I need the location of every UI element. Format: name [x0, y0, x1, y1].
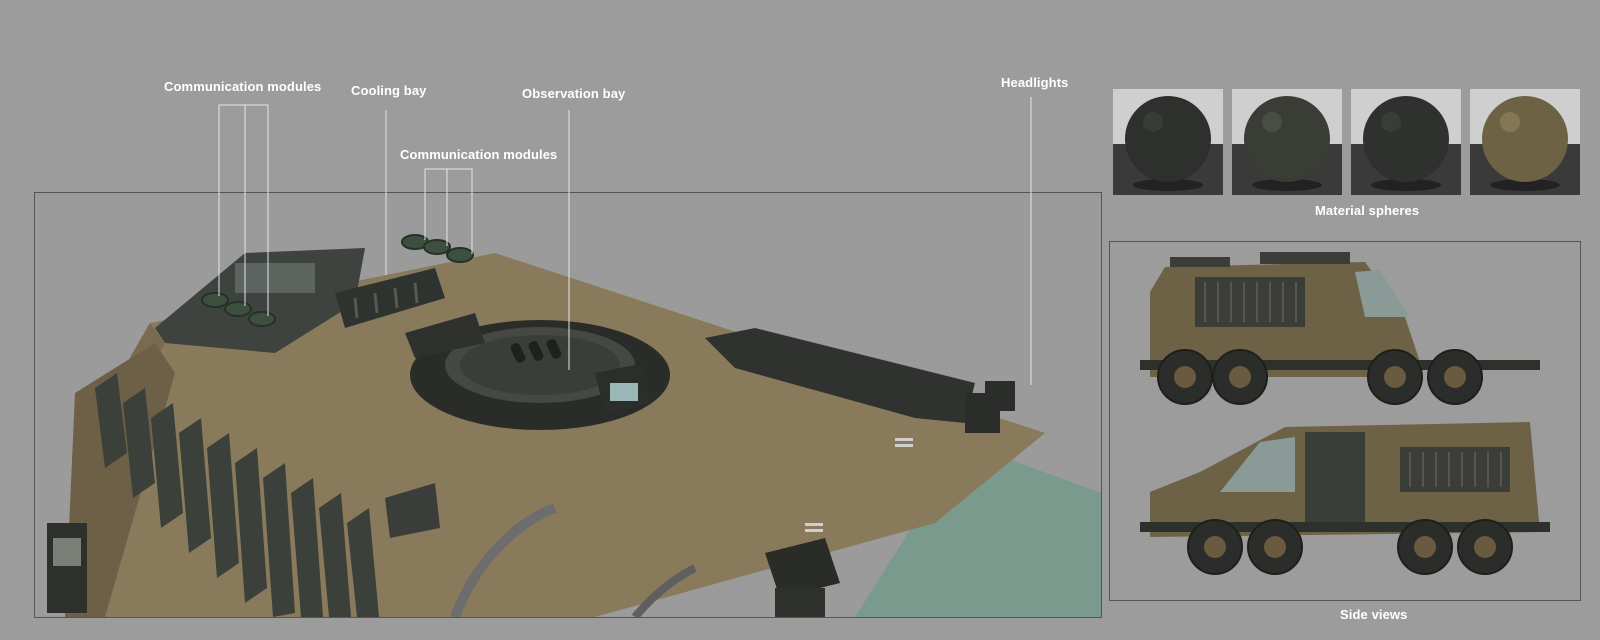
- label-headlights: Headlights: [1001, 75, 1069, 90]
- label-communication-modules-right: Communication modules: [400, 147, 558, 162]
- material-sphere-card-4: [1470, 89, 1580, 195]
- side-views-panel: [1109, 241, 1581, 601]
- material-sphere-card-3: [1351, 89, 1461, 195]
- dark-smooth-sphere: [1244, 96, 1330, 182]
- dark-worn-sphere: [1363, 96, 1449, 182]
- label-side-views: Side views: [1340, 607, 1408, 622]
- material-sphere-card-1: [1113, 89, 1223, 195]
- label-observation-bay: Observation bay: [522, 86, 626, 101]
- dark-rough-sphere: [1125, 96, 1211, 182]
- material-sphere-card-2: [1232, 89, 1342, 195]
- label-communication-modules-left: Communication modules: [164, 79, 322, 94]
- main-render-view: [34, 192, 1102, 618]
- label-material-spheres: Material spheres: [1315, 203, 1420, 218]
- tan-sphere: [1482, 96, 1568, 182]
- label-cooling-bay: Cooling bay: [351, 83, 427, 98]
